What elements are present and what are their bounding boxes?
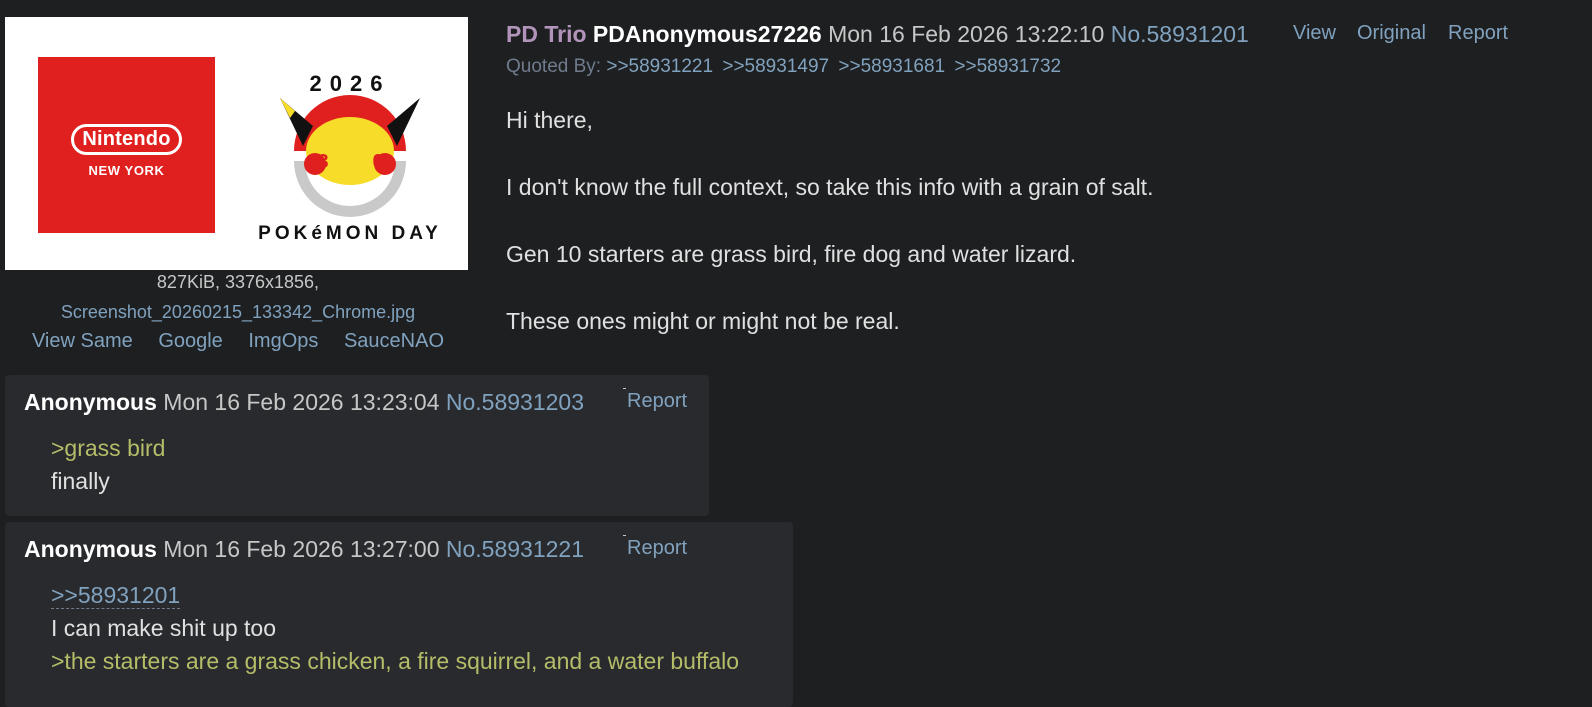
svg-text:POKéMON DAY: POKéMON DAY [258, 223, 442, 244]
reply-date: Mon 16 Feb 2026 13:27:00 [163, 536, 440, 562]
file-name: Screenshot_20260215_133342_Chrome.jpg [0, 302, 476, 323]
saucenao-link[interactable]: SauceNAO [344, 330, 444, 352]
quoted-by-link[interactable]: >>58931497 [722, 56, 829, 77]
post-line: Hi there, [506, 107, 593, 133]
reply-poster-name: Anonymous [24, 389, 157, 415]
quoted-by-link[interactable]: >>58931681 [838, 56, 945, 77]
reply-post-number[interactable]: No.58931203 [446, 389, 584, 415]
reply-body: >grass bird finally [51, 432, 165, 498]
reply-date: Mon 16 Feb 2026 13:23:04 [163, 389, 440, 415]
new-york-text: NEW YORK [88, 163, 165, 178]
op-report-button[interactable]: Report [1448, 22, 1508, 45]
op-poster-name: PDAnonymous27226 [592, 21, 822, 47]
reply-post-number[interactable]: No.58931221 [446, 536, 584, 562]
reply-post: Anonymous Mon 16 Feb 2026 13:27:00 No.58… [5, 522, 793, 707]
reply-header: Anonymous Mon 16 Feb 2026 13:23:04 No.58… [24, 389, 584, 416]
google-link[interactable]: Google [158, 330, 223, 352]
op-post-header: PD Trio PDAnonymous27226 Mon 16 Feb 2026… [506, 21, 1249, 48]
imgops-link[interactable]: ImgOps [248, 330, 318, 352]
text-line: I can make shit up too [51, 615, 277, 641]
greentext-line: >the starters are a grass chicken, a fir… [51, 648, 740, 674]
svg-text:3: 3 [317, 151, 328, 173]
quoted-by-link[interactable]: >>58931732 [954, 56, 1061, 77]
quote-link[interactable]: >>58931201 [51, 582, 181, 609]
op-tripcode: PD Trio [506, 21, 587, 47]
post-line: I don't know the full context, so take t… [506, 174, 1154, 200]
original-button[interactable]: Original [1357, 22, 1426, 45]
view-same-link[interactable]: View Same [32, 330, 133, 352]
op-post-date: Mon 16 Feb 2026 13:22:10 [828, 21, 1105, 47]
nintendo-ny-logo: Nintendo NEW YORK [38, 57, 215, 233]
nintendo-logo-text: Nintendo [71, 124, 182, 155]
reply-poster-name: Anonymous [24, 536, 157, 562]
quoted-by-link[interactable]: >>58931221 [606, 56, 713, 77]
op-post-number[interactable]: No.58931201 [1111, 21, 1249, 47]
op-image-thumbnail[interactable]: Nintendo NEW YORK 2026 3 0 POKéMON DAY [5, 17, 468, 270]
post-line: These ones might or might not be real. [506, 308, 900, 334]
op-post-body: Hi there, I don't know the full context,… [506, 104, 1153, 372]
svg-text:0: 0 [372, 151, 383, 173]
reply-report-button[interactable]: Report [622, 535, 687, 560]
post-line: Gen 10 starters are grass bird, fire dog… [506, 241, 1077, 267]
quoted-by-label: Quoted By: [506, 56, 602, 77]
pokemon-day-logo-icon: 2026 3 0 POKéMON DAY [258, 71, 442, 244]
file-size-dimensions: 827KiB, 3376x1856, [156, 272, 320, 292]
reply-body: >>58931201 I can make shit up too >the s… [51, 579, 739, 678]
text-line: finally [51, 468, 110, 494]
view-button[interactable]: View [1293, 22, 1336, 45]
image-search-links: View Same Google ImgOps SauceNAO [0, 330, 476, 353]
reply-report-button[interactable]: Report [622, 388, 687, 413]
greentext-line: >grass bird [51, 435, 166, 461]
quoted-by: Quoted By: >>58931221 >>58931497 >>58931… [506, 56, 1065, 78]
reply-header: Anonymous Mon 16 Feb 2026 13:27:00 No.58… [24, 536, 584, 563]
file-name-link[interactable]: Screenshot_20260215_133342_Chrome.jpg [61, 302, 415, 322]
svg-text:2026: 2026 [310, 71, 391, 96]
reply-post: Anonymous Mon 16 Feb 2026 13:23:04 No.58… [5, 375, 709, 516]
